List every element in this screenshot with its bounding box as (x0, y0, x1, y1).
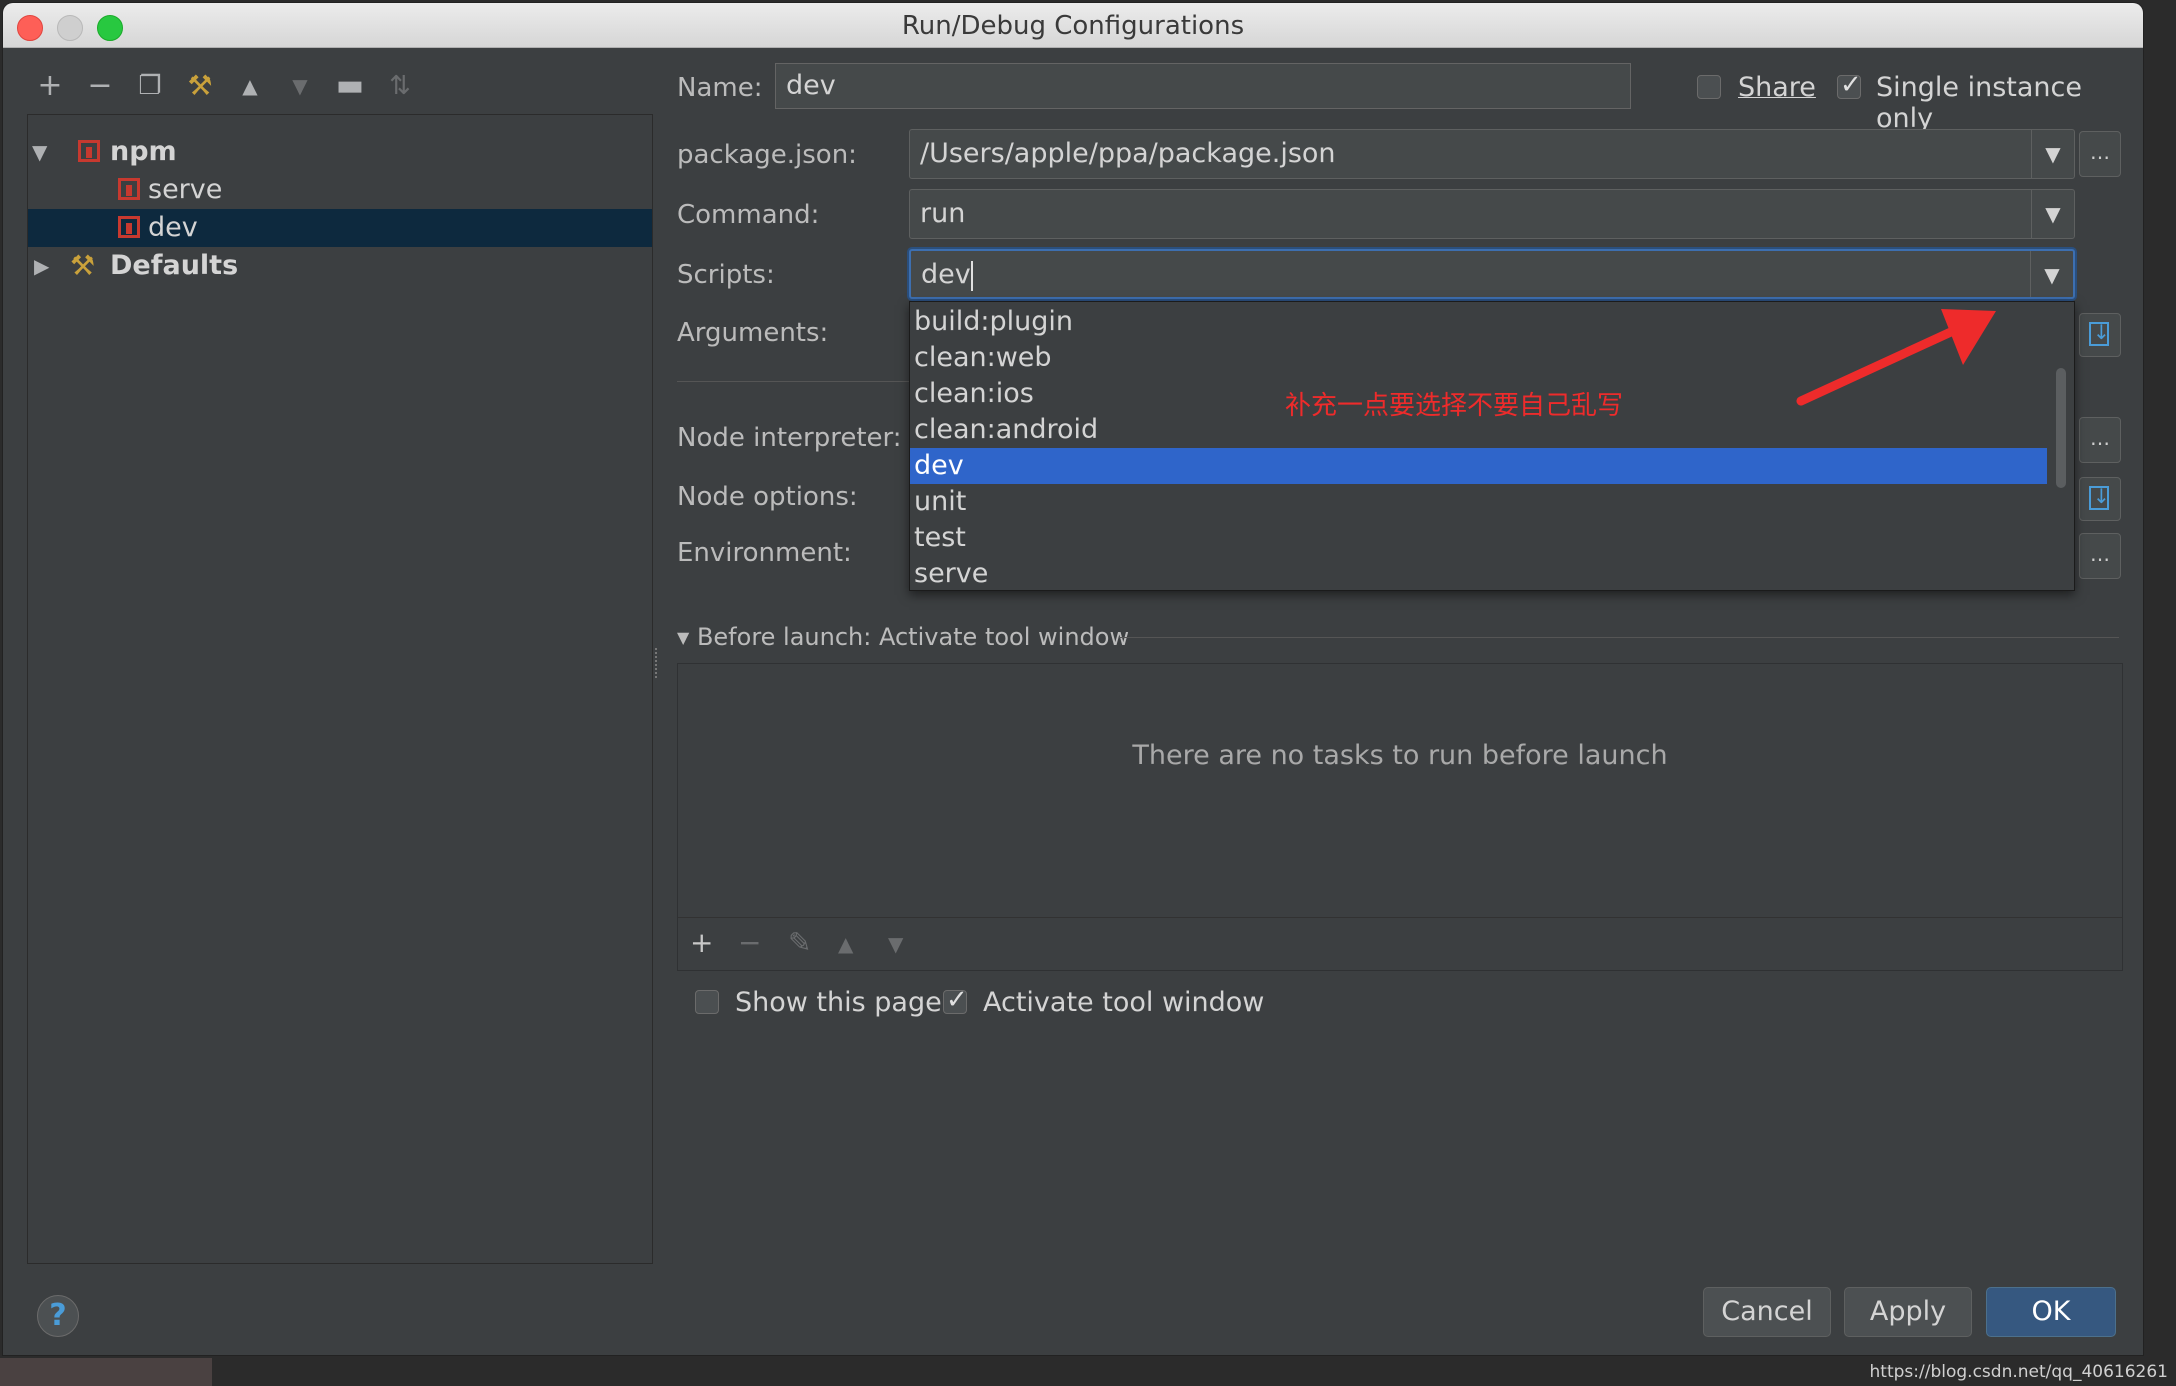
tree-item-defaults[interactable]: ▶ ⚒ Defaults (28, 247, 652, 285)
tree-item-serve[interactable]: serve (28, 171, 652, 209)
name-label: Name: (677, 73, 763, 103)
expanded-arrow-icon[interactable]: ▼ (32, 133, 47, 171)
text-cursor (970, 260, 973, 291)
expand-node-options-icon[interactable] (2079, 477, 2121, 521)
window-title: Run/Debug Configurations (901, 11, 1245, 41)
name-input[interactable]: dev (775, 63, 1631, 109)
folder-icon[interactable]: ▬ (333, 69, 367, 103)
dropdown-item[interactable]: serve (910, 556, 2047, 592)
configuration-tree: ▼ npm serve dev ▶ ⚒ Defaults (27, 114, 653, 1264)
watermark-text: https://blog.csdn.net/qq_40616261 (1869, 1362, 2168, 1382)
npm-icon (78, 140, 100, 162)
edit-task-icon[interactable]: ✎ (788, 926, 811, 959)
tree-item-label: serve (148, 174, 223, 205)
node-options-label: Node options: (677, 482, 858, 512)
edit-environment-button[interactable]: … (2079, 533, 2121, 579)
dropdown-scrollbar[interactable] (2056, 368, 2066, 488)
run-debug-dialog: Run/Debug Configurations + − ❐ ⚒ ▲ ▼ ▬ ⇅… (3, 3, 2143, 1355)
move-task-down-icon[interactable]: ▼ (888, 932, 903, 956)
move-up-icon[interactable]: ▲ (233, 69, 267, 103)
tree-item-dev[interactable]: dev (28, 209, 652, 247)
remove-icon[interactable]: − (83, 69, 117, 103)
tree-item-label: dev (148, 212, 198, 243)
package-json-combo[interactable]: /Users/apple/ppa/package.json ▼ (909, 129, 2075, 179)
share-checkbox[interactable] (1697, 75, 1721, 99)
dropdown-item[interactable]: unit (910, 484, 2047, 520)
annotation-arrow (1796, 309, 1996, 406)
browse-package-button[interactable]: … (2079, 131, 2121, 177)
single-instance-checkbox[interactable] (1837, 70, 1862, 100)
dropdown-arrow-icon[interactable]: ▼ (2031, 130, 2074, 178)
tree-item-label: Defaults (110, 250, 239, 281)
scripts-value: dev (921, 259, 971, 290)
show-this-page-checkbox[interactable] (695, 990, 719, 1014)
dropdown-item[interactable]: test (910, 520, 2047, 556)
single-instance-label: Single instance only (1876, 72, 2082, 134)
activate-tool-window-label: Activate tool window (983, 987, 1265, 1018)
environment-label: Environment: (677, 538, 852, 568)
share-label: Share (1738, 72, 1816, 103)
move-down-icon[interactable]: ▼ (283, 69, 317, 103)
before-launch-header[interactable]: ▼ Before launch: Activate tool window (677, 623, 1129, 651)
tree-item-label: npm (110, 136, 177, 167)
scripts-label: Scripts: (677, 260, 775, 290)
apply-button[interactable]: Apply (1844, 1287, 1972, 1337)
npm-icon (118, 216, 140, 238)
ok-button[interactable]: OK (1986, 1287, 2116, 1337)
panel-splitter[interactable] (655, 648, 661, 678)
copy-icon[interactable]: ❐ (133, 69, 167, 103)
dropdown-arrow-icon[interactable]: ▼ (2031, 190, 2074, 238)
command-combo[interactable]: run ▼ (909, 189, 2075, 239)
before-launch-title: Before launch: Activate tool window (696, 623, 1130, 651)
before-launch-tasks: There are no tasks to run before launch … (677, 663, 2123, 971)
arguments-label: Arguments: (677, 318, 829, 348)
move-task-up-icon[interactable]: ▲ (838, 932, 853, 956)
section-divider (1119, 637, 2119, 638)
scripts-combo[interactable]: dev ▼ (909, 249, 2075, 299)
add-task-icon[interactable]: + (690, 926, 713, 959)
activate-tool-window-checkbox[interactable] (943, 985, 968, 1015)
package-json-label: package.json: (677, 140, 857, 170)
wrench-icon[interactable]: ⚒ (183, 69, 217, 103)
collapsed-arrow-icon[interactable]: ▶ (34, 247, 49, 285)
node-interpreter-label: Node interpreter: (677, 423, 902, 453)
collapse-arrow-icon[interactable]: ▼ (677, 628, 689, 647)
add-icon[interactable]: + (33, 69, 67, 103)
command-value: run (920, 198, 966, 229)
wrench-icon: ⚒ (70, 249, 96, 282)
annotation-text: 补充一点要选择不要自己乱写 (1285, 391, 1624, 421)
remove-task-icon[interactable]: − (738, 926, 761, 959)
tree-item-npm[interactable]: ▼ npm (28, 133, 652, 171)
npm-icon (118, 178, 140, 200)
show-this-page-label: Show this page (735, 987, 942, 1018)
background-strip (0, 1358, 212, 1386)
browse-interpreter-button[interactable]: … (2079, 417, 2121, 463)
package-json-value: /Users/apple/ppa/package.json (920, 138, 1336, 169)
sort-icon[interactable]: ⇅ (383, 69, 417, 103)
dropdown-item-selected[interactable]: dev (910, 448, 2047, 484)
tasks-toolbar: + − ✎ ▲ ▼ (678, 917, 2122, 970)
cancel-button[interactable]: Cancel (1703, 1287, 1831, 1337)
expand-arguments-icon[interactable] (2079, 313, 2121, 357)
command-label: Command: (677, 200, 820, 230)
separator (677, 381, 909, 382)
empty-tasks-message: There are no tasks to run before launch (1132, 740, 1668, 771)
dropdown-arrow-icon[interactable]: ▼ (2030, 251, 2073, 297)
help-icon[interactable]: ? (37, 1295, 79, 1337)
title-bar: Run/Debug Configurations (3, 3, 2143, 48)
